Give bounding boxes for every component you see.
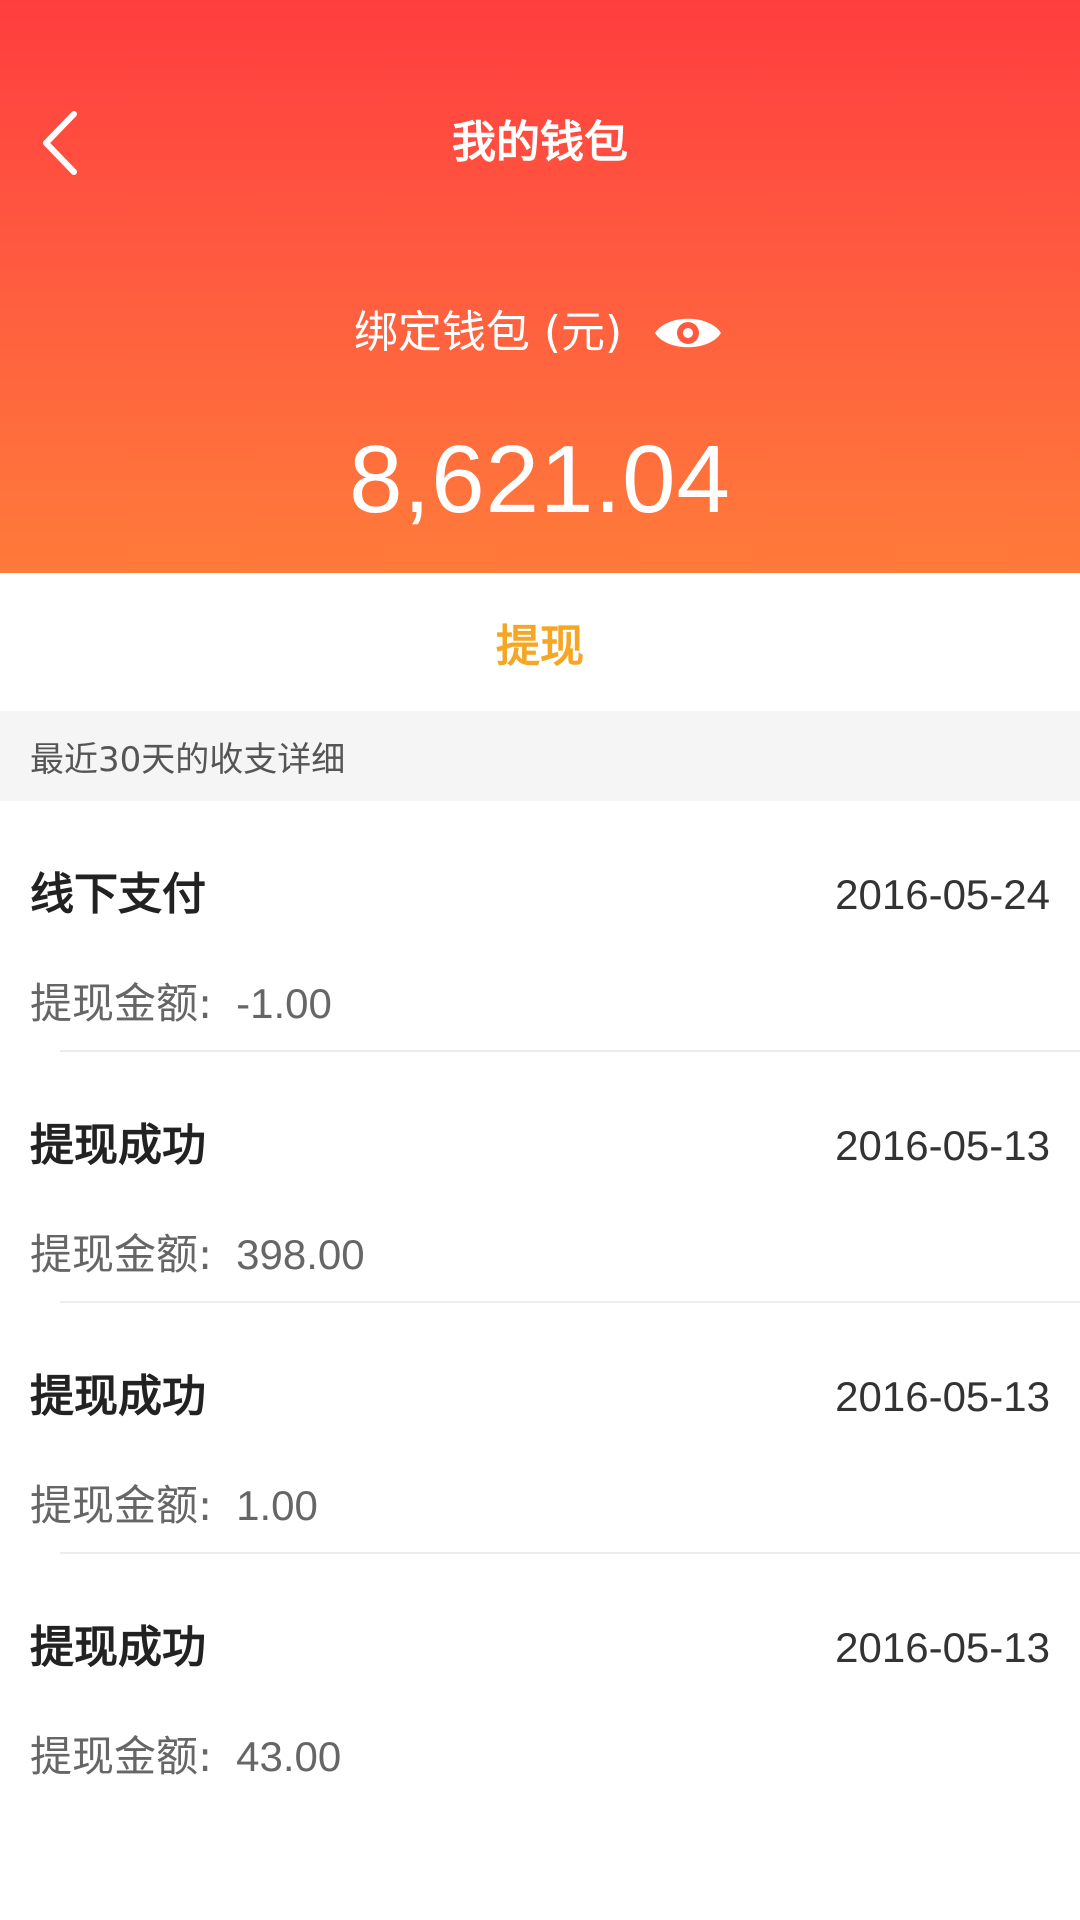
section-header: 最近30天的收支详细 <box>0 711 1080 801</box>
transaction-amount-row: 提现金额: 43.00 <box>30 1729 341 1785</box>
transaction-amount-value: 43.00 <box>236 1733 342 1780</box>
transaction-item[interactable]: 提现成功 2016-05-13 提现金额: 1.00 <box>0 1303 1080 1554</box>
transaction-item[interactable]: 提现成功 2016-05-13 提现金额: 398.00 <box>0 1052 1080 1303</box>
transaction-amount-value: 1.00 <box>236 1482 318 1529</box>
transaction-amount-value: 398.00 <box>236 1231 365 1278</box>
transaction-item[interactable]: 提现成功 2016-05-13 提现金额: 43.00 <box>0 1554 1080 1805</box>
wallet-label-row: 绑定钱包 (元) <box>0 300 1080 366</box>
transaction-date: 2016-05-13 <box>835 1122 1050 1169</box>
toggle-balance-visibility-button[interactable] <box>650 303 726 363</box>
transaction-date: 2016-05-24 <box>835 871 1050 918</box>
transaction-amount-row: 提现金额: -1.00 <box>30 976 332 1032</box>
wallet-balance: 8,621.04 <box>349 426 731 533</box>
withdraw-label: 提现 <box>496 621 584 672</box>
transaction-amount-label: 提现金额: <box>30 1230 213 1279</box>
wallet-label: 绑定钱包 (元) <box>353 307 623 358</box>
transaction-title: 提现成功 <box>30 1622 206 1673</box>
transaction-title: 提现成功 <box>30 1371 206 1422</box>
page-title: 我的钱包 <box>452 117 628 168</box>
transaction-title: 线下支付 <box>30 869 206 920</box>
transaction-amount-label: 提现金额: <box>30 979 213 1028</box>
transaction-amount-label: 提现金额: <box>30 1732 213 1781</box>
withdraw-button[interactable]: 提现 <box>0 573 1080 711</box>
eye-icon <box>655 318 722 348</box>
transaction-date: 2016-05-13 <box>835 1373 1050 1420</box>
transaction-amount-row: 提现金额: 398.00 <box>30 1227 365 1283</box>
section-title: 最近30天的收支详细 <box>30 739 346 780</box>
transaction-item[interactable]: 线下支付 2016-05-24 提现金额: -1.00 <box>0 801 1080 1052</box>
transaction-date: 2016-05-13 <box>835 1624 1050 1671</box>
transaction-list: 线下支付 2016-05-24 提现金额: -1.00 提现成功 2016-05… <box>0 801 1080 1805</box>
transaction-title: 提现成功 <box>30 1120 206 1171</box>
transaction-amount-label: 提现金额: <box>30 1481 213 1530</box>
wallet-header: 我的钱包 绑定钱包 (元) 8,621.04 <box>0 0 1080 573</box>
transaction-amount-value: -1.00 <box>236 980 332 1027</box>
transaction-amount-row: 提现金额: 1.00 <box>30 1478 318 1534</box>
